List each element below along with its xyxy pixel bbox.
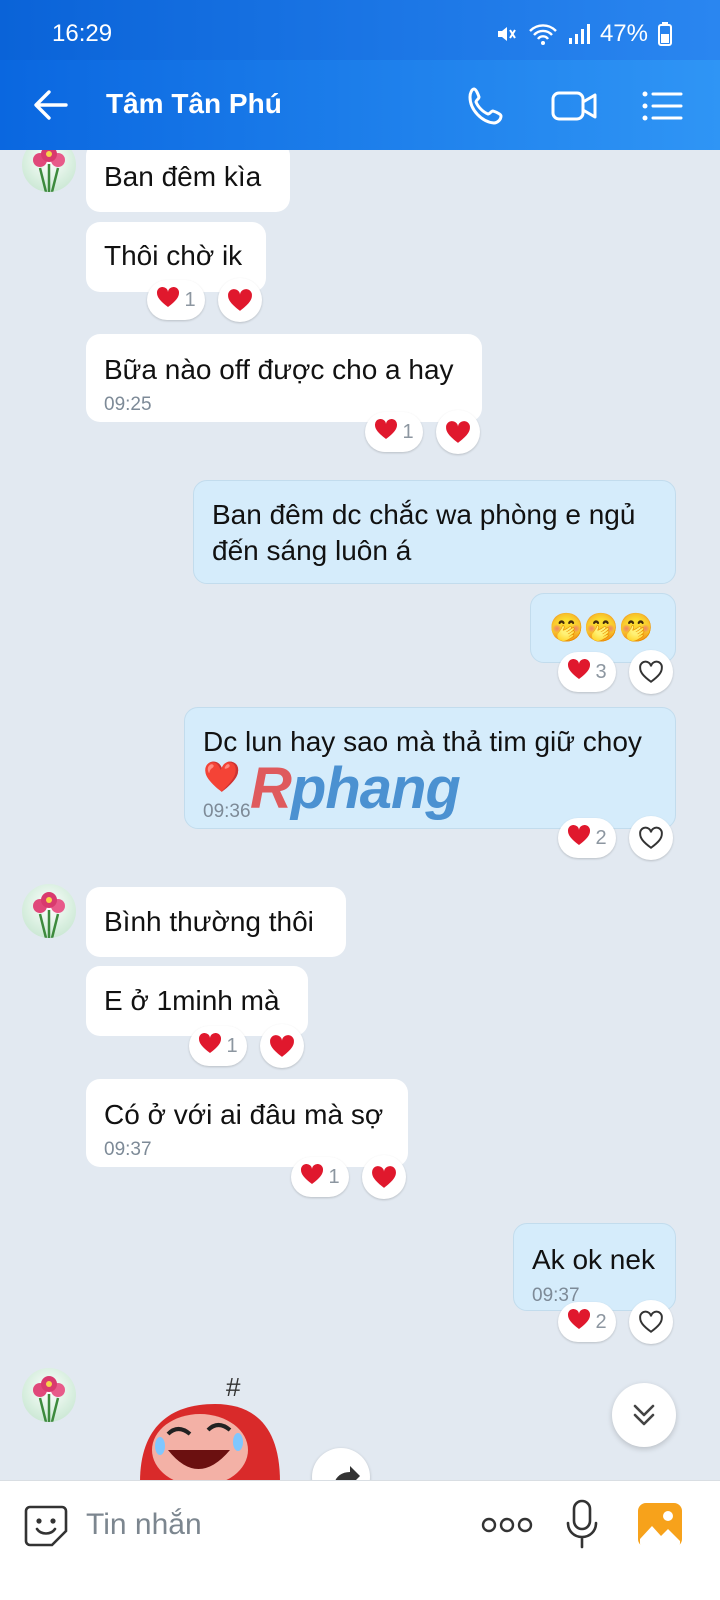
reaction-count-badge[interactable]: 1 xyxy=(189,1026,247,1066)
message-time: 09:36 xyxy=(203,801,251,822)
reaction-count-badge[interactable]: 2 xyxy=(558,818,616,858)
message-text: Ban đêm kìa xyxy=(104,161,262,192)
heart-icon xyxy=(446,421,470,443)
reaction-count: 1 xyxy=(226,1034,238,1057)
contact-avatar[interactable] xyxy=(22,150,76,192)
microphone-icon[interactable] xyxy=(562,1497,602,1553)
laughing-sticker[interactable]: # xyxy=(130,1372,300,1482)
status-bar: 16:29 47% xyxy=(0,0,720,60)
chat-header: Tâm Tân Phú xyxy=(0,60,720,150)
heart-outline-react-button[interactable] xyxy=(629,816,673,860)
back-arrow-icon[interactable] xyxy=(28,82,74,128)
heart-icon xyxy=(228,289,252,311)
reaction-count: 1 xyxy=(184,288,196,311)
message-composer: Tin nhắn xyxy=(0,1480,720,1600)
battery-icon xyxy=(658,22,672,46)
menu-list-icon[interactable] xyxy=(638,82,686,130)
status-icons: 47% xyxy=(494,20,672,48)
incoming-message[interactable]: Bữa nào off được cho a hay 09:25 xyxy=(86,334,482,422)
video-call-icon[interactable] xyxy=(550,82,598,130)
reaction-count-badge[interactable]: 1 xyxy=(291,1157,349,1197)
heart-outline-react-button[interactable] xyxy=(629,1300,673,1344)
double-chevron-down-icon xyxy=(633,1404,655,1426)
incoming-message[interactable]: Ban đêm kìa xyxy=(86,150,290,212)
heart-react-button[interactable] xyxy=(260,1024,304,1068)
reaction-count: 2 xyxy=(595,826,607,849)
wifi-icon xyxy=(528,22,558,46)
heart-reaction-icon xyxy=(567,658,591,686)
message-text: Thôi chờ ik xyxy=(104,240,243,271)
reaction-count: 1 xyxy=(402,420,414,443)
heart-react-button[interactable] xyxy=(436,410,480,454)
signal-icon xyxy=(568,23,590,45)
reaction-count-badge[interactable]: 1 xyxy=(365,412,423,452)
message-text: Ban đêm dc chắc wa phòng e ngủ đến sáng … xyxy=(212,499,636,566)
status-time: 16:29 xyxy=(52,20,113,47)
contact-name[interactable]: Tâm Tân Phú xyxy=(106,88,282,120)
gallery-image-icon[interactable] xyxy=(636,1501,684,1549)
message-emoji: ❤️ xyxy=(203,761,241,794)
outgoing-message[interactable]: Ak ok nek 09:37 xyxy=(513,1223,676,1311)
reaction-count-badge[interactable]: 2 xyxy=(558,1302,616,1342)
more-options-icon[interactable] xyxy=(480,1511,534,1539)
message-text: E ở 1minh mà xyxy=(104,985,280,1016)
message-input[interactable]: Tin nhắn xyxy=(86,1508,202,1542)
outgoing-message[interactable]: Ban đêm dc chắc wa phòng e ngủ đến sáng … xyxy=(193,480,676,584)
reaction-count-badge[interactable]: 1 xyxy=(147,280,205,320)
heart-reaction-icon xyxy=(567,824,591,852)
incoming-message[interactable]: Bình thường thôi xyxy=(86,887,346,957)
battery-text: 47% xyxy=(599,20,648,47)
watermark-logo: Rphang xyxy=(250,756,461,821)
scroll-to-bottom-button[interactable] xyxy=(612,1383,676,1447)
message-text: Bình thường thôi xyxy=(104,906,314,937)
message-time: 09:37 xyxy=(104,1139,152,1160)
heart-reaction-icon xyxy=(156,286,180,314)
message-text: 🤭🤭🤭 xyxy=(549,612,654,643)
heart-icon xyxy=(270,1035,294,1057)
heart-icon xyxy=(372,1166,396,1188)
sticker-emoji-icon[interactable] xyxy=(22,1501,70,1549)
heart-outline-icon xyxy=(639,660,663,683)
heart-outline-icon xyxy=(639,1310,663,1333)
reaction-count: 1 xyxy=(328,1165,340,1188)
message-text: Ak ok nek xyxy=(532,1244,655,1275)
heart-react-button[interactable] xyxy=(362,1155,406,1199)
reaction-count: 2 xyxy=(595,1310,607,1333)
reaction-count-badge[interactable]: 3 xyxy=(558,652,616,692)
contact-avatar[interactable] xyxy=(22,1368,76,1422)
message-list[interactable]: Ban đêm kìa Thôi chờ ik 1 Bữa nào off đư… xyxy=(0,150,720,1510)
phone-icon[interactable] xyxy=(462,82,510,130)
heart-react-button[interactable] xyxy=(218,278,262,322)
message-text: Bữa nào off được cho a hay xyxy=(104,354,454,385)
incoming-message[interactable]: Có ở với ai đâu mà sợ 09:37 xyxy=(86,1079,408,1167)
message-text: Có ở với ai đâu mà sợ xyxy=(104,1099,384,1130)
heart-reaction-icon xyxy=(198,1032,222,1060)
message-time: 09:25 xyxy=(104,394,152,415)
reaction-count: 3 xyxy=(595,660,607,683)
heart-reaction-icon xyxy=(374,418,398,446)
heart-outline-react-button[interactable] xyxy=(629,650,673,694)
heart-reaction-icon xyxy=(300,1163,324,1191)
mute-icon xyxy=(494,22,518,46)
heart-outline-icon xyxy=(639,826,663,849)
contact-avatar[interactable] xyxy=(22,884,76,938)
heart-reaction-icon xyxy=(567,1308,591,1336)
